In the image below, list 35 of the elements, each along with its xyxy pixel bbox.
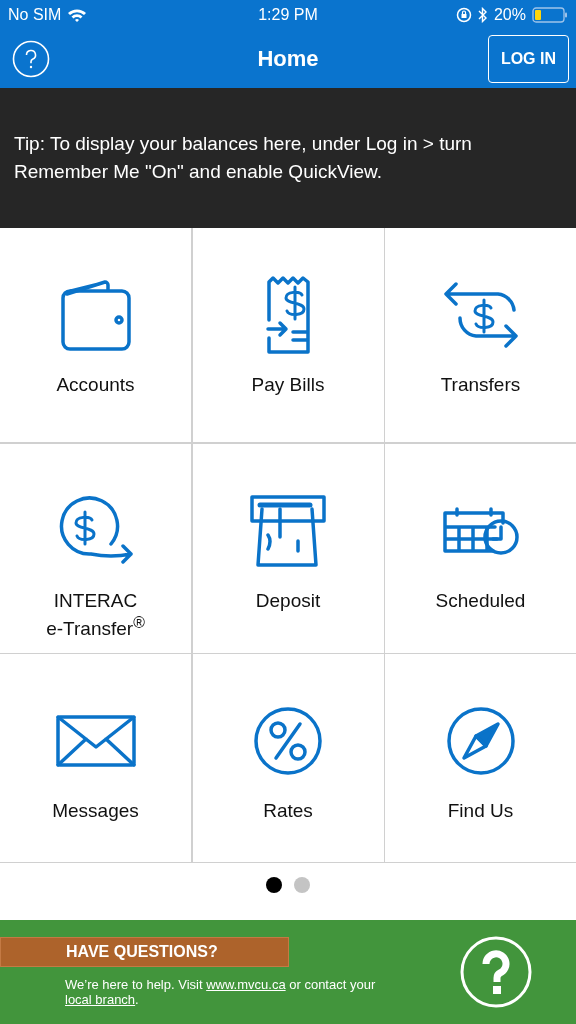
- calendar-clock-icon: [440, 504, 521, 557]
- menu-tile[interactable]: Messages: [0, 654, 191, 862]
- card-slot-icon: [248, 492, 328, 569]
- menu-tile[interactable]: Pay Bills: [192, 228, 384, 442]
- menu-tile[interactable]: Find Us: [385, 654, 576, 862]
- envelope-icon: [53, 713, 138, 769]
- menu-tile[interactable]: Accounts: [0, 228, 191, 442]
- question-mark-icon[interactable]: [460, 936, 532, 1008]
- screen-title: Home: [257, 46, 319, 72]
- help-message: We’re here to help. Visit www.mvcu.ca or contact your local branch.: [65, 977, 377, 1007]
- dollar-arrows-icon: [441, 280, 520, 350]
- wallet-icon: [58, 277, 133, 353]
- carrier-text: No SIM: [8, 6, 62, 24]
- help-button[interactable]: [12, 40, 50, 78]
- tip-text: Tip: To display your balances here, under Log in > turn Remember Me "On" and enable QuickView.: [14, 132, 473, 184]
- rotation-lock-icon: [455, 7, 472, 23]
- menu-tile[interactable]: Deposit: [192, 443, 384, 653]
- battery-icon: [532, 7, 568, 23]
- menu-tile[interactable]: INTERAC e-Transfer$^{®}$: [0, 443, 191, 653]
- help-link[interactable]: local branch: [65, 992, 136, 1007]
- menu-tile[interactable]: Transfers: [385, 228, 576, 442]
- menu-tile[interactable]: Scheduled: [385, 443, 576, 653]
- receipt-icon: [264, 274, 312, 356]
- clock-text: 1:29 PM: [258, 6, 318, 24]
- banner-heading: HAVE QUESTIONS?: [0, 937, 289, 967]
- compass-icon: [446, 707, 515, 775]
- percent-icon: [254, 707, 322, 775]
- bluetooth-icon: [477, 7, 488, 23]
- page-indicator-dot[interactable]: [294, 877, 310, 893]
- wifi-icon: [67, 7, 88, 23]
- menu-tile[interactable]: Rates: [192, 654, 384, 862]
- help-link[interactable]: www.mvcu.ca: [206, 977, 286, 992]
- login-button[interactable]: LOG IN: [487, 35, 569, 83]
- page-indicator-dot[interactable]: [266, 877, 282, 893]
- battery-percent-text: 20%: [493, 6, 526, 24]
